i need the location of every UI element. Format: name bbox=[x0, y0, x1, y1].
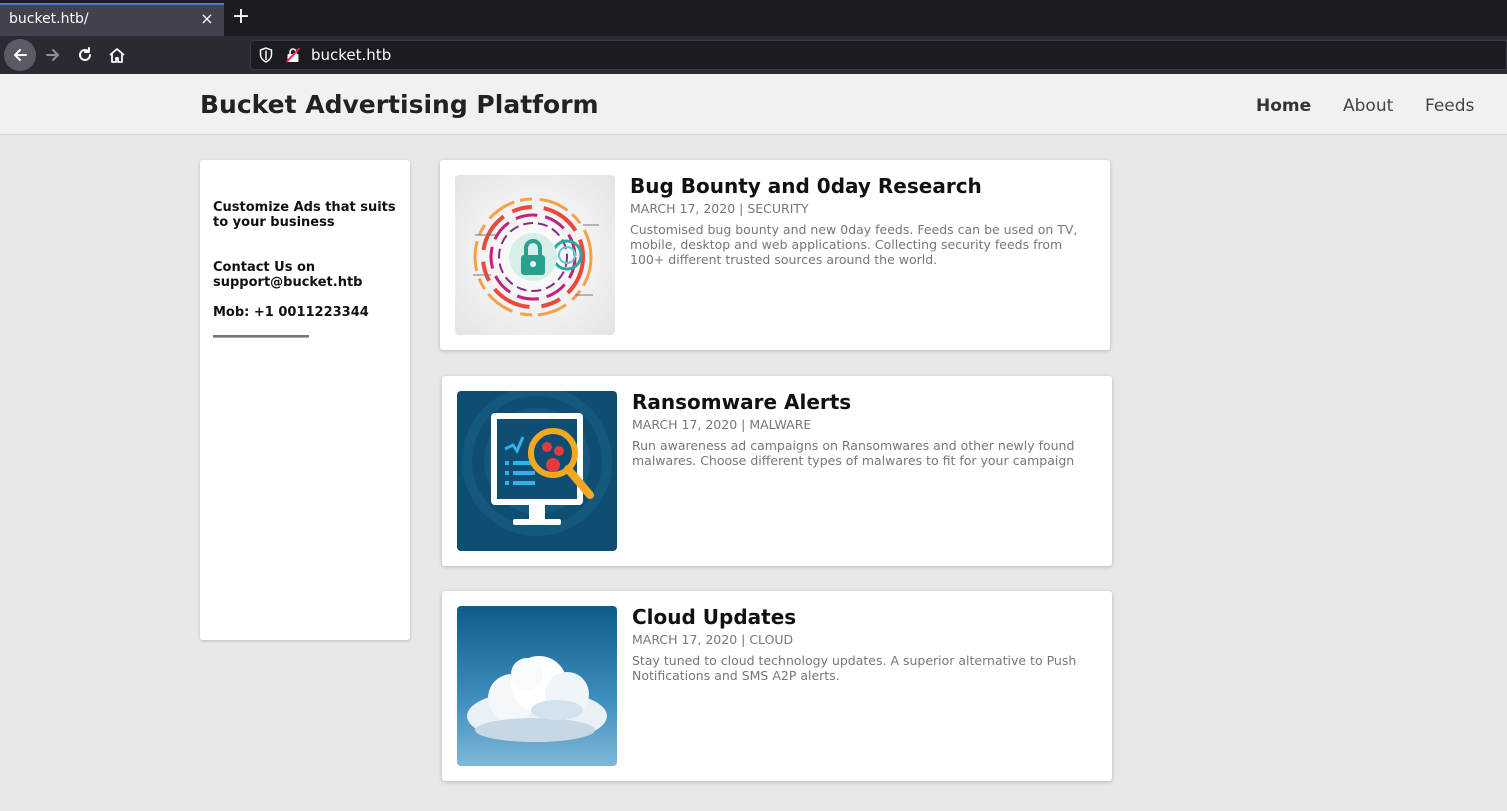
site-header: Bucket Advertising Platform Home About F… bbox=[0, 74, 1507, 135]
back-button[interactable] bbox=[4, 39, 36, 71]
web-page: Bucket Advertising Platform Home About F… bbox=[0, 74, 1507, 811]
post-title[interactable]: Bug Bounty and 0day Research bbox=[630, 174, 982, 198]
home-button[interactable] bbox=[101, 39, 133, 71]
tab-title: bucket.htb/ bbox=[9, 11, 89, 27]
browser-tab-bar: bucket.htb/ × + bbox=[0, 0, 1507, 36]
url-text[interactable]: bucket.htb bbox=[311, 46, 391, 64]
post-title[interactable]: Cloud Updates bbox=[632, 605, 796, 629]
nav-link-about[interactable]: About bbox=[1343, 96, 1393, 116]
nav-link-feeds[interactable]: Feeds bbox=[1425, 96, 1474, 116]
post-meta: MARCH 17, 2020 | MALWARE bbox=[632, 417, 812, 432]
arrow-right-icon bbox=[46, 49, 59, 61]
sidebar-contact: Contact Us on support@bucket.htb bbox=[213, 260, 363, 290]
post-card: Ransomware Alerts MARCH 17, 2020 | MALWA… bbox=[442, 376, 1112, 566]
post-meta: MARCH 17, 2020 | SECURITY bbox=[630, 201, 809, 216]
post-description: Stay tuned to cloud technology updates. … bbox=[632, 653, 1077, 683]
post-title[interactable]: Ransomware Alerts bbox=[632, 390, 851, 414]
url-bar[interactable]: bucket.htb bbox=[250, 40, 1507, 70]
post-description: Customised bug bounty and new 0day feeds… bbox=[630, 222, 1078, 267]
security-lock-image bbox=[455, 175, 615, 335]
cloud-sky-image bbox=[457, 606, 617, 766]
site-title[interactable]: Bucket Advertising Platform bbox=[200, 90, 599, 119]
reload-button[interactable] bbox=[69, 39, 101, 71]
reload-icon bbox=[79, 47, 91, 61]
forward-button[interactable] bbox=[37, 39, 69, 71]
new-tab-icon[interactable]: + bbox=[229, 6, 253, 30]
post-description: Run awareness ad campaigns on Ransomware… bbox=[632, 438, 1075, 468]
sidebar-tagline: Customize Ads that suits to your busines… bbox=[213, 200, 396, 230]
sidebar-divider bbox=[213, 335, 309, 338]
malware-magnifier-image bbox=[457, 391, 617, 551]
sidebar: Customize Ads that suits to your busines… bbox=[200, 160, 410, 640]
arrow-left-icon bbox=[14, 49, 27, 61]
home-icon bbox=[109, 48, 125, 63]
insecure-lock-icon[interactable] bbox=[286, 47, 300, 63]
shield-icon[interactable] bbox=[259, 47, 273, 63]
nav-link-home[interactable]: Home bbox=[1256, 96, 1311, 116]
browser-nav-bar: bucket.htb bbox=[0, 36, 1507, 74]
close-tab-icon[interactable]: × bbox=[198, 10, 216, 28]
post-card: Bug Bounty and 0day Research MARCH 17, 2… bbox=[440, 160, 1110, 350]
browser-tab[interactable]: bucket.htb/ × bbox=[0, 3, 224, 36]
post-card: Cloud Updates MARCH 17, 2020 | CLOUD Sta… bbox=[442, 591, 1112, 781]
post-meta: MARCH 17, 2020 | CLOUD bbox=[632, 632, 794, 647]
sidebar-mobile: Mob: +1 0011223344 bbox=[213, 305, 369, 320]
